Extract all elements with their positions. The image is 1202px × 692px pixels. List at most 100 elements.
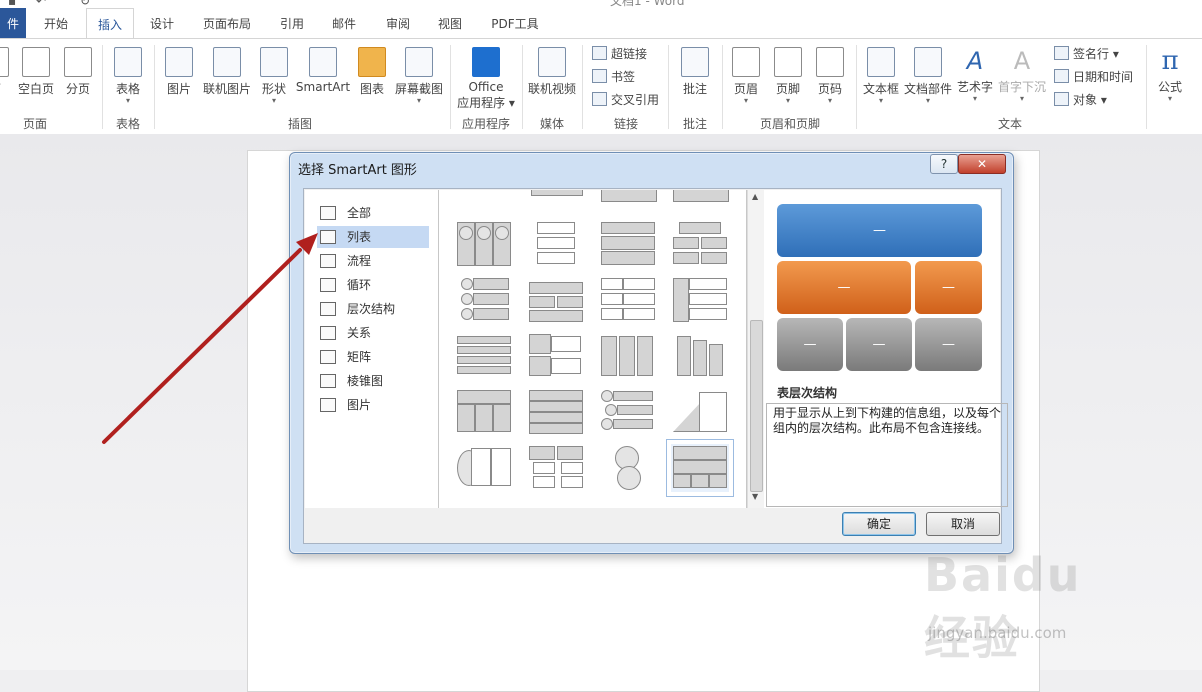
chart-button[interactable]: 图表 (352, 47, 392, 97)
tab-insert[interactable]: 插入 (86, 8, 134, 39)
matrix-icon (320, 350, 336, 364)
group-divider (856, 45, 857, 129)
ok-button[interactable]: 确定 (842, 512, 916, 536)
hyperlink-button[interactable]: 超链接 (592, 45, 647, 62)
cover-page-icon (0, 47, 9, 77)
help-button[interactable]: ? (930, 154, 958, 174)
drop-cap-button[interactable]: A 首字下沉 ▾ (996, 47, 1048, 103)
category-picture[interactable]: 图片 (317, 394, 429, 416)
layout-thumbnail[interactable] (599, 220, 657, 268)
blank-page-button[interactable]: 空白页 (14, 47, 58, 97)
close-button[interactable]: ✕ (958, 154, 1006, 174)
tab-review[interactable]: 审阅 (376, 8, 420, 38)
ribbon: 面 空白页 分页 页面 表格▾ 表格 图片 联机图片 形状▾ SmartArt … (0, 38, 1202, 135)
pyramid-icon (320, 374, 336, 388)
footer-button[interactable]: 页脚 ▾ (768, 47, 808, 105)
category-relationship[interactable]: 关系 (317, 322, 429, 344)
smartart-button[interactable]: SmartArt (294, 47, 352, 94)
screenshot-button[interactable]: 屏幕截图 ▾ (392, 47, 446, 105)
wordart-button[interactable]: A 艺术字 ▾ (954, 47, 996, 103)
layout-name: 表层次结构 (777, 386, 838, 400)
pictures-button[interactable]: 图片 (158, 47, 200, 97)
undo-icon[interactable]: ↶ (36, 0, 46, 8)
object-button[interactable]: 对象 ▾ (1054, 91, 1107, 108)
layout-thumbnail[interactable] (599, 190, 657, 210)
tab-references[interactable]: 引用 (270, 8, 314, 38)
layout-thumbnail[interactable] (599, 444, 657, 492)
layout-thumbnail[interactable] (527, 332, 585, 380)
comment-button[interactable]: 批注 (672, 47, 718, 97)
cancel-button[interactable]: 取消 (926, 512, 1000, 536)
group-divider (522, 45, 523, 129)
date-time-button[interactable]: 日期和时间 (1054, 68, 1133, 85)
category-all[interactable]: 全部 (317, 202, 429, 224)
tab-view[interactable]: 视图 (428, 8, 472, 38)
cycle-icon (320, 278, 336, 292)
tab-page-layout[interactable]: 页面布局 (196, 8, 258, 38)
layout-thumbnail[interactable] (527, 220, 585, 268)
layout-thumbnail[interactable] (671, 220, 729, 268)
layout-thumbnail[interactable] (527, 276, 585, 324)
bookmark-button[interactable]: 书签 (592, 68, 635, 85)
online-pictures-button[interactable]: 联机图片 (200, 47, 254, 97)
redo-icon[interactable]: ↻ (80, 0, 90, 8)
ribbon-tabs: 件 开始 插入 设计 页面布局 引用 邮件 审阅 视图 PDF工具 (0, 8, 1202, 39)
cross-reference-button[interactable]: 交叉引用 (592, 91, 659, 108)
layout-thumbnail[interactable] (527, 190, 585, 210)
shapes-icon (260, 47, 288, 77)
category-pyramid[interactable]: 棱锥图 (317, 370, 429, 392)
save-icon[interactable]: ▪ (8, 0, 16, 8)
quick-parts-button[interactable]: 文档部件 ▾ (902, 47, 954, 105)
layout-thumbnail-table-hierarchy[interactable] (666, 439, 734, 497)
group-label-apps: 应用程序 (461, 117, 510, 131)
tab-file[interactable]: 件 (0, 8, 26, 38)
page-number-button[interactable]: 页码 ▾ (810, 47, 850, 105)
category-matrix[interactable]: 矩阵 (317, 346, 429, 368)
group-divider (450, 45, 451, 129)
bookmark-icon (592, 69, 607, 83)
layout-thumbnail[interactable] (671, 388, 729, 436)
signature-line-button[interactable]: 签名行 ▾ (1054, 45, 1119, 62)
tab-design[interactable]: 设计 (140, 8, 184, 38)
category-hierarchy[interactable]: 层次结构 (317, 298, 429, 320)
gallery-scrollbar[interactable]: ▲ ▼ (747, 190, 764, 508)
video-icon (538, 47, 566, 77)
category-cycle[interactable]: 循环 (317, 274, 429, 296)
layout-thumbnail[interactable] (527, 388, 585, 436)
layout-thumbnail[interactable] (599, 276, 657, 324)
text-box-button[interactable]: 文本框 ▾ (860, 47, 902, 105)
layout-thumbnail[interactable] (455, 276, 513, 324)
layout-thumbnail[interactable] (671, 276, 729, 324)
page-break-button[interactable]: 分页 (60, 47, 96, 97)
category-list-item[interactable]: 列表 (317, 226, 429, 248)
layout-thumbnail[interactable] (671, 332, 729, 380)
scroll-down-icon[interactable]: ▼ (752, 492, 758, 501)
layout-thumbnail[interactable] (455, 444, 513, 492)
online-video-button[interactable]: 联机视频 (526, 47, 578, 97)
all-icon (320, 206, 336, 220)
tab-pdf-tools[interactable]: PDF工具 (484, 8, 546, 38)
header-button[interactable]: 页眉 ▾ (726, 47, 766, 105)
cover-page-button[interactable]: 面 (0, 47, 12, 97)
layout-thumbnail[interactable] (455, 190, 513, 210)
layout-thumbnail[interactable] (599, 332, 657, 380)
shapes-button[interactable]: 形状 ▾ (254, 47, 294, 105)
group-label-comments: 批注 (682, 117, 707, 131)
scroll-up-icon[interactable]: ▲ (752, 192, 758, 201)
pi-icon: π (1161, 46, 1179, 76)
layout-thumbnail[interactable] (455, 220, 513, 268)
scrollbar-thumb[interactable] (750, 320, 763, 492)
layout-thumbnail[interactable] (527, 444, 585, 492)
layout-thumbnail[interactable] (671, 190, 729, 210)
table-button[interactable]: 表格 ▾ (106, 47, 150, 105)
group-divider (1146, 45, 1147, 129)
tab-home[interactable]: 开始 (34, 8, 78, 38)
layout-thumbnail[interactable] (599, 388, 657, 436)
dialog-title: 选择 SmartArt 图形 (298, 163, 417, 178)
layout-thumbnail[interactable] (455, 388, 513, 436)
equation-button[interactable]: π 公式 ▾ (1150, 47, 1190, 103)
office-apps-button[interactable]: Office 应用程序 ▾ (454, 47, 518, 111)
layout-thumbnail[interactable] (455, 332, 513, 380)
category-process[interactable]: 流程 (317, 250, 429, 272)
tab-mailings[interactable]: 邮件 (322, 8, 366, 38)
